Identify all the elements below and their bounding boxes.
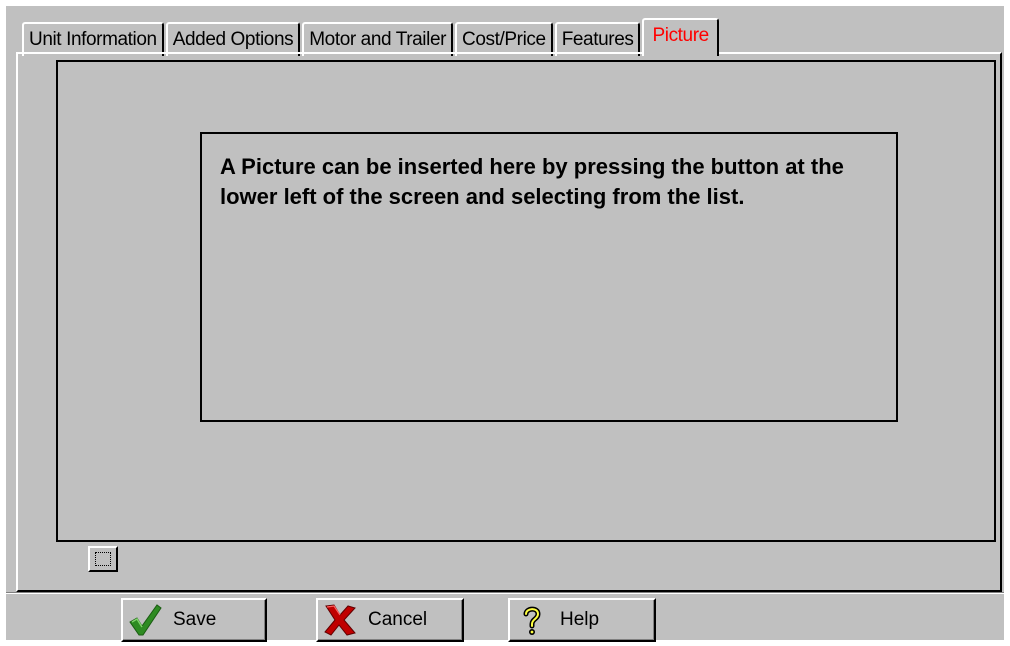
cancel-label: Cancel xyxy=(368,609,428,630)
tab-cost-price[interactable]: Cost/Price xyxy=(455,22,553,56)
red-x-icon xyxy=(320,600,360,640)
question-mark-icon xyxy=(512,600,552,640)
cancel-button[interactable]: Cancel xyxy=(316,598,464,642)
tab-picture[interactable]: Picture xyxy=(642,18,719,56)
save-button[interactable]: Save xyxy=(121,598,267,642)
info-text: A Picture can be inserted here by pressi… xyxy=(220,154,844,209)
divider xyxy=(6,592,1004,594)
save-label: Save xyxy=(173,609,217,630)
help-label: Help xyxy=(560,609,600,630)
tab-features[interactable]: Features xyxy=(554,22,641,56)
tab-motor-and-trailer[interactable]: Motor and Trailer xyxy=(302,22,454,56)
tab-panel-picture: A Picture can be inserted here by pressi… xyxy=(16,52,1002,592)
checkmark-icon xyxy=(125,600,165,640)
help-button[interactable]: Help xyxy=(508,598,656,642)
insert-picture-button[interactable] xyxy=(88,546,118,572)
picture-frame[interactable]: A Picture can be inserted here by pressi… xyxy=(56,60,996,542)
info-box: A Picture can be inserted here by pressi… xyxy=(200,132,898,422)
tab-unit-information[interactable]: Unit Information xyxy=(22,22,164,56)
tab-added-options[interactable]: Added Options xyxy=(165,22,301,56)
dotted-frame-icon xyxy=(95,552,111,566)
dialog-window: Unit Information Added Options Motor and… xyxy=(6,6,1004,642)
tab-strip: Unit Information Added Options Motor and… xyxy=(22,16,721,56)
